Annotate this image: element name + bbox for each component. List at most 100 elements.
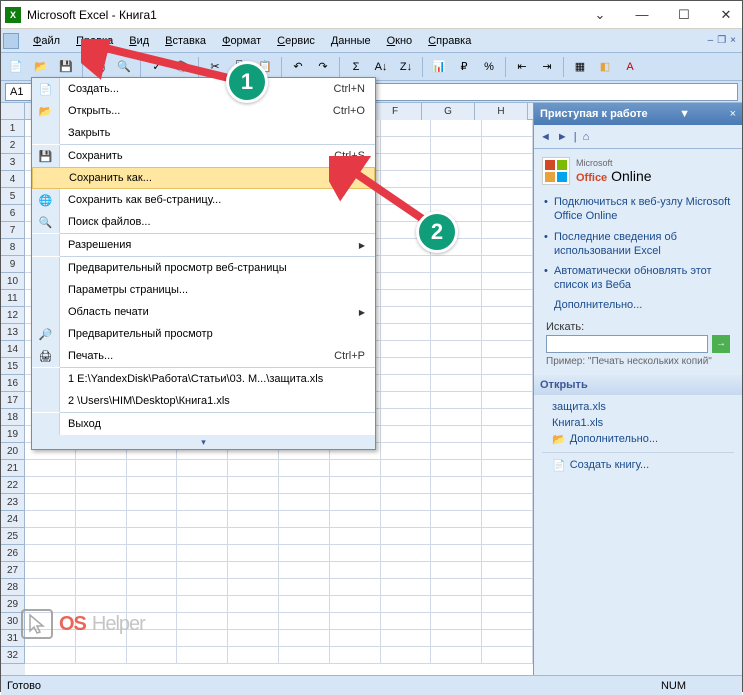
menu-данные[interactable]: Данные (323, 32, 379, 50)
titlebar: X Microsoft Excel - Книга1 ⌄ — ☐ ✕ (1, 1, 742, 29)
row-header[interactable]: 26 (1, 545, 25, 562)
chart-button[interactable]: 📊 (428, 56, 450, 78)
row-header[interactable]: 19 (1, 426, 25, 443)
recent-file-link[interactable]: защита.xls (552, 401, 734, 413)
row-header[interactable]: 15 (1, 358, 25, 375)
new-button[interactable]: 📄 (5, 56, 27, 78)
nav-back-icon[interactable]: ◄ (540, 131, 551, 143)
menu-item[interactable]: Параметры страницы... (32, 279, 375, 301)
nav-home-icon[interactable]: ⌂ (583, 131, 590, 143)
taskpane-dropdown-icon[interactable]: ▼ (679, 108, 690, 120)
taskpane-link[interactable]: Подключиться к веб-узлу Microsoft Office… (554, 195, 734, 224)
indent-right-button[interactable]: ⇥ (536, 56, 558, 78)
mdi-minimize-icon[interactable]: – (708, 35, 714, 46)
row-header[interactable]: 24 (1, 511, 25, 528)
create-book-link[interactable]: 📄Создать книгу... (552, 459, 734, 472)
menu-справка[interactable]: Справка (420, 32, 479, 50)
cursor-icon (21, 609, 53, 639)
row-header[interactable]: 6 (1, 205, 25, 222)
nav-fwd-icon[interactable]: ► (557, 131, 568, 143)
menu-item[interactable]: Закрыть (32, 122, 375, 144)
taskpane-link[interactable]: Последние сведения об использовании Exce… (554, 230, 734, 259)
window-title: Microsoft Excel - Книга1 (27, 8, 588, 22)
row-header[interactable]: 16 (1, 375, 25, 392)
indent-left-button[interactable]: ⇤ (511, 56, 533, 78)
redo-button[interactable]: ↷ (312, 56, 334, 78)
row-header[interactable]: 22 (1, 477, 25, 494)
row-header[interactable]: 11 (1, 290, 25, 307)
row-header[interactable]: 5 (1, 188, 25, 205)
menu-окно[interactable]: Окно (379, 32, 421, 50)
undo-button[interactable]: ↶ (287, 56, 309, 78)
row-header[interactable]: 13 (1, 324, 25, 341)
open-more-link[interactable]: 📂Дополнительно... (552, 433, 734, 446)
save-button[interactable]: 💾 (55, 56, 77, 78)
doc-icon[interactable] (3, 33, 19, 49)
search-input[interactable] (546, 335, 708, 353)
open-button[interactable]: 📂 (30, 56, 52, 78)
recent-file-link[interactable]: Книга1.xls (552, 417, 734, 429)
row-header[interactable]: 8 (1, 239, 25, 256)
status-text: Готово (7, 680, 41, 692)
borders-button[interactable]: ▦ (569, 56, 591, 78)
col-header[interactable]: G (422, 103, 475, 120)
menu-item[interactable]: 2 \Users\HIM\Desktop\Книга1.xls (32, 390, 375, 412)
menu-item[interactable]: 🖨Печать...Ctrl+P (32, 345, 375, 367)
menu-item[interactable]: 1 E:\YandexDisk\Работа\Статьи\03. M...\з… (32, 368, 375, 390)
row-header[interactable]: 23 (1, 494, 25, 511)
taskpane-more-link[interactable]: Дополнительно... (554, 299, 734, 311)
watermark: OSHelper (21, 609, 145, 639)
row-header[interactable]: 12 (1, 307, 25, 324)
row-header[interactable]: 1 (1, 120, 25, 137)
mdi-close-icon[interactable]: × (730, 35, 736, 46)
menu-item[interactable]: Область печати▶ (32, 301, 375, 323)
fill-color-button[interactable]: ◧ (594, 56, 616, 78)
row-header[interactable]: 25 (1, 528, 25, 545)
taskpane-close-icon[interactable]: × (730, 108, 736, 120)
menu-item[interactable]: 🔎Предварительный просмотр (32, 323, 375, 345)
menu-item[interactable]: Выход (32, 413, 375, 435)
row-header[interactable]: 32 (1, 647, 25, 664)
row-header[interactable]: 18 (1, 409, 25, 426)
row-header[interactable]: 9 (1, 256, 25, 273)
row-header[interactable]: 27 (1, 562, 25, 579)
mdi-restore-icon[interactable]: ❐ (717, 35, 726, 46)
maximize-button[interactable]: ☐ (672, 3, 696, 27)
sort-desc-button[interactable]: Z↓ (395, 56, 417, 78)
col-header[interactable]: H (475, 103, 528, 120)
ribbon-toggle-icon[interactable]: ⌄ (588, 3, 612, 27)
taskpane-link[interactable]: Автоматически обновлять этот список из В… (554, 264, 734, 293)
row-header[interactable]: 10 (1, 273, 25, 290)
row-header[interactable]: 14 (1, 341, 25, 358)
currency-button[interactable]: ₽ (453, 56, 475, 78)
percent-button[interactable]: % (478, 56, 500, 78)
row-header[interactable]: 17 (1, 392, 25, 409)
menu-item[interactable]: 📂Открыть...Ctrl+O (32, 100, 375, 122)
row-header[interactable]: 7 (1, 222, 25, 239)
menu-item[interactable]: Сохранить как... (32, 167, 375, 189)
sum-button[interactable]: Σ (345, 56, 367, 78)
row-header[interactable]: 21 (1, 460, 25, 477)
close-button[interactable]: ✕ (714, 3, 738, 27)
font-color-button[interactable]: A (619, 56, 641, 78)
row-header[interactable]: 4 (1, 171, 25, 188)
menu-item[interactable]: Разрешения▶ (32, 234, 375, 256)
minimize-button[interactable]: — (630, 3, 654, 27)
file-menu-dropdown: 📄Создать...Ctrl+N📂Открыть...Ctrl+OЗакрыт… (31, 77, 376, 450)
select-all-corner[interactable] (1, 103, 25, 120)
row-header[interactable]: 28 (1, 579, 25, 596)
open-section-header: Открыть (534, 375, 742, 395)
row-header[interactable]: 20 (1, 443, 25, 460)
menu-item[interactable]: Предварительный просмотр веб-страницы (32, 257, 375, 279)
col-header[interactable]: F (369, 103, 422, 120)
row-header[interactable]: 3 (1, 154, 25, 171)
menu-item[interactable]: 🌐Сохранить как веб-страницу... (32, 189, 375, 211)
menu-item[interactable]: 🔍Поиск файлов... (32, 211, 375, 233)
search-go-button[interactable]: → (712, 335, 730, 353)
menu-сервис[interactable]: Сервис (269, 32, 323, 50)
menu-файл[interactable]: Файл (25, 32, 68, 50)
menu-expand-icon[interactable]: ▾ (32, 435, 375, 449)
menu-item[interactable]: 💾СохранитьCtrl+S (32, 145, 375, 167)
sort-asc-button[interactable]: A↓ (370, 56, 392, 78)
row-header[interactable]: 2 (1, 137, 25, 154)
